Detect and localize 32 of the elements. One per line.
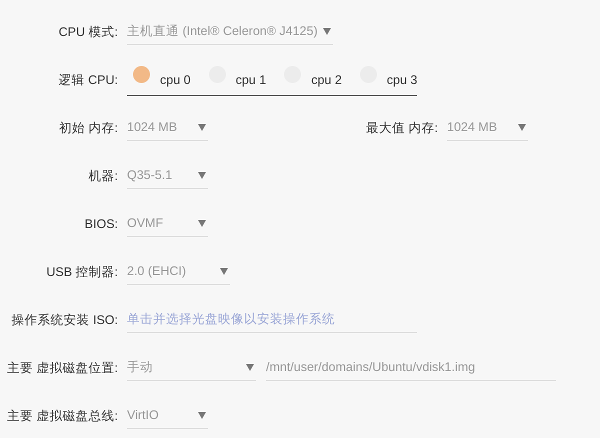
caret-icon <box>518 124 526 131</box>
caret-icon <box>198 220 206 227</box>
cpu-toggle[interactable]: cpu 0 <box>133 66 191 90</box>
dropdown[interactable]: 1024 MB <box>127 115 208 141</box>
iso-file-field[interactable]: 单击并选择光盘映像以安装操作系统 <box>127 307 417 333</box>
dropdown[interactable]: Q35-5.1 <box>127 163 208 189</box>
dropdown[interactable]: OVMF <box>127 211 208 237</box>
caret-icon <box>220 268 228 275</box>
caret-icon <box>198 172 206 179</box>
cpu-toggle[interactable]: cpu 2 <box>284 66 342 90</box>
field-label: 逻辑 CPU: <box>58 72 118 89</box>
field-label: USB 控制器: <box>45 264 118 281</box>
dropdown[interactable]: 手动 <box>127 355 256 381</box>
dropdown[interactable]: 2.0 (EHCI) <box>127 259 230 285</box>
caret-icon <box>198 412 206 419</box>
dropdown[interactable]: VirtIO <box>127 403 208 429</box>
caret-icon <box>246 364 254 371</box>
field-label: BIOS: <box>84 216 118 233</box>
field-label: 初始 内存: <box>58 120 118 137</box>
field-label: 主要 虚拟磁盘总线: <box>6 408 118 425</box>
cpu-toggle[interactable]: cpu 3 <box>360 66 418 90</box>
path-field[interactable]: /mnt/user/domains/Ubuntu/vdisk1.img <box>266 355 556 381</box>
caret-icon <box>198 124 206 131</box>
field-label: 最大值 内存: <box>365 120 438 137</box>
dropdown[interactable]: 1024 MB <box>447 115 528 141</box>
cpu-toggle[interactable]: cpu 1 <box>208 66 266 90</box>
field-label: 主要 虚拟磁盘位置: <box>6 360 118 377</box>
field-label: CPU 模式: <box>58 24 118 41</box>
dropdown[interactable]: 主机直通 (Intel® Celeron® J4125) <box>127 19 333 45</box>
caret-icon <box>323 28 331 35</box>
field-label: 操作系统安装 ISO: <box>10 312 118 329</box>
field-label: 机器: <box>88 168 118 185</box>
